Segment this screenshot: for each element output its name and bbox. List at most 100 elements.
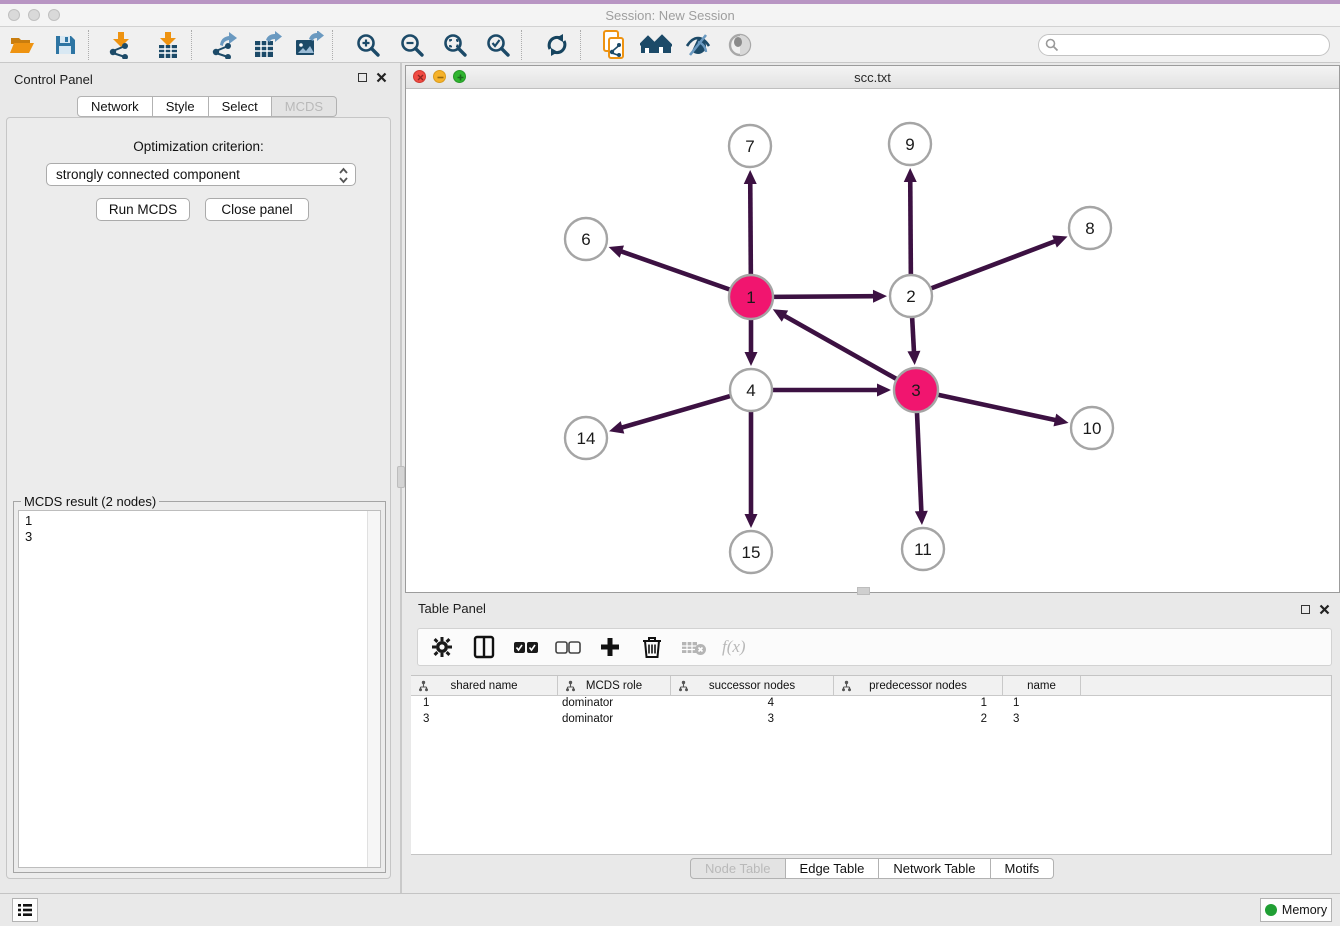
import-network-icon[interactable]: [104, 30, 138, 60]
graph-node-7[interactable]: 7: [729, 125, 771, 167]
deselect-all-checkboxes-icon[interactable]: [554, 633, 582, 661]
save-session-icon[interactable]: [48, 30, 82, 60]
close-panel-icon[interactable]: [1319, 604, 1330, 615]
zoom-fit-icon[interactable]: [438, 30, 472, 60]
table-row[interactable]: 3 dominator 3 2 3: [411, 712, 1331, 728]
hide-panel-eye-icon[interactable]: [681, 30, 715, 60]
cell-shared-name[interactable]: 1: [411, 696, 558, 712]
column-header-shared-name[interactable]: shared name: [411, 676, 558, 695]
cell-name[interactable]: 3: [1003, 712, 1081, 728]
cell-successor-nodes[interactable]: 4: [671, 696, 834, 712]
node-table-header: shared name MCDS role successor nodes pr…: [411, 676, 1331, 696]
column-label: successor nodes: [709, 680, 795, 692]
tab-node-table[interactable]: Node Table: [690, 858, 786, 879]
graph-edge-2-3[interactable]: [912, 315, 914, 353]
search-input[interactable]: [1038, 34, 1330, 56]
close-panel-button[interactable]: Close panel: [205, 198, 309, 221]
cell-name[interactable]: 1: [1003, 696, 1081, 712]
graph-node-3[interactable]: 3: [894, 368, 938, 412]
network-canvas[interactable]: 7 9 6 8 1 2 4 3 14 10 15 11: [406, 89, 1339, 592]
graph-edge-4-14[interactable]: [621, 395, 733, 428]
import-table-icon[interactable]: [151, 30, 185, 60]
graph-edge-3-11[interactable]: [917, 410, 922, 513]
add-column-icon[interactable]: [596, 633, 624, 661]
column-header-successor-nodes[interactable]: successor nodes: [671, 676, 834, 695]
mcds-result-area[interactable]: 1 3: [18, 510, 381, 868]
graph-edge-3-10[interactable]: [936, 394, 1057, 420]
cell-predecessor-nodes[interactable]: 1: [834, 696, 1003, 712]
graph-node-15[interactable]: 15: [730, 531, 772, 573]
graph-edge-3-1[interactable]: [783, 315, 898, 380]
refresh-view-icon[interactable]: [540, 30, 574, 60]
cell-mcds-role[interactable]: dominator: [558, 696, 671, 712]
column-type-icon: [841, 680, 852, 692]
delete-column-trash-icon[interactable]: [638, 633, 666, 661]
graph-node-8[interactable]: 8: [1069, 207, 1111, 249]
float-panel-icon[interactable]: [1301, 605, 1310, 614]
graph-edge-2-9[interactable]: [910, 180, 911, 277]
table-settings-gear-icon[interactable]: [428, 633, 456, 661]
table-row[interactable]: 1 dominator 4 1 1: [411, 696, 1331, 712]
graph-node-label: 8: [1085, 219, 1094, 238]
mcds-result-group: MCDS result (2 nodes) 1 3: [13, 501, 386, 873]
open-session-icon[interactable]: [5, 30, 39, 60]
network-window-titlebar[interactable]: scc.txt: [406, 66, 1339, 89]
column-header-predecessor-nodes[interactable]: predecessor nodes: [834, 676, 1003, 695]
zoom-in-icon[interactable]: [351, 30, 385, 60]
zoom-selected-icon[interactable]: [481, 30, 515, 60]
show-eye-icon[interactable]: [723, 30, 757, 60]
cell-successor-nodes[interactable]: 3: [671, 712, 834, 728]
cell-predecessor-nodes[interactable]: 2: [834, 712, 1003, 728]
task-history-button[interactable]: [12, 898, 38, 922]
column-header-mcds-role[interactable]: MCDS role: [558, 676, 671, 695]
tab-mcds[interactable]: MCDS: [272, 96, 337, 117]
graph-node-4[interactable]: 4: [730, 369, 772, 411]
mcds-result-title: MCDS result (2 nodes): [21, 494, 159, 509]
graph-node-9[interactable]: 9: [889, 123, 931, 165]
float-panel-icon[interactable]: [358, 73, 367, 82]
tab-style[interactable]: Style: [153, 96, 209, 117]
graph-node-1[interactable]: 1: [729, 275, 773, 319]
network-table-splitter-handle[interactable]: [857, 587, 870, 595]
graph-node-6[interactable]: 6: [565, 218, 607, 260]
edge-arrowhead: [1053, 414, 1068, 427]
splitter-handle[interactable]: [397, 466, 405, 488]
main-toolbar: [0, 27, 1340, 63]
result-scrollbar[interactable]: [367, 511, 380, 867]
graph-edge-1-6[interactable]: [620, 251, 732, 290]
zoom-out-icon[interactable]: [395, 30, 429, 60]
graph-edge-1-2[interactable]: [771, 296, 875, 297]
memory-button[interactable]: Memory: [1260, 898, 1332, 922]
control-panel-tabs: Network Style Select MCDS: [77, 96, 337, 117]
select-all-checkboxes-icon[interactable]: [512, 633, 540, 661]
criterion-dropdown[interactable]: strongly connected component: [46, 163, 356, 186]
graph-node-2[interactable]: 2: [890, 275, 932, 317]
memory-status-icon: [1265, 904, 1277, 916]
column-header-name[interactable]: name: [1003, 676, 1081, 695]
copy-style-icon[interactable]: [597, 30, 631, 60]
graph-node-11[interactable]: 11: [902, 528, 944, 570]
cell-shared-name[interactable]: 3: [411, 712, 558, 728]
graph-node-14[interactable]: 14: [565, 417, 607, 459]
edge-arrowhead: [1052, 235, 1067, 247]
close-panel-icon[interactable]: [376, 72, 387, 83]
node-table: shared name MCDS role successor nodes pr…: [411, 675, 1332, 855]
edge-arrowhead: [907, 351, 920, 365]
home-layout-icon[interactable]: [639, 30, 673, 60]
tab-motifs[interactable]: Motifs: [991, 858, 1055, 879]
tab-network[interactable]: Network: [77, 96, 153, 117]
graph-node-10[interactable]: 10: [1071, 407, 1113, 449]
tab-edge-table[interactable]: Edge Table: [786, 858, 880, 879]
export-table-icon[interactable]: [250, 30, 284, 60]
run-mcds-button[interactable]: Run MCDS: [96, 198, 190, 221]
export-image-icon[interactable]: [292, 30, 326, 60]
export-network-icon[interactable]: [207, 30, 241, 60]
column-layout-icon[interactable]: [470, 633, 498, 661]
window-title: Session: New Session: [0, 8, 1340, 23]
graph-edge-2-8[interactable]: [929, 241, 1057, 289]
graph-edge-1-7[interactable]: [750, 182, 751, 277]
tab-select[interactable]: Select: [209, 96, 272, 117]
result-line: 1: [25, 513, 360, 529]
tab-network-table[interactable]: Network Table: [879, 858, 990, 879]
cell-mcds-role[interactable]: dominator: [558, 712, 671, 728]
